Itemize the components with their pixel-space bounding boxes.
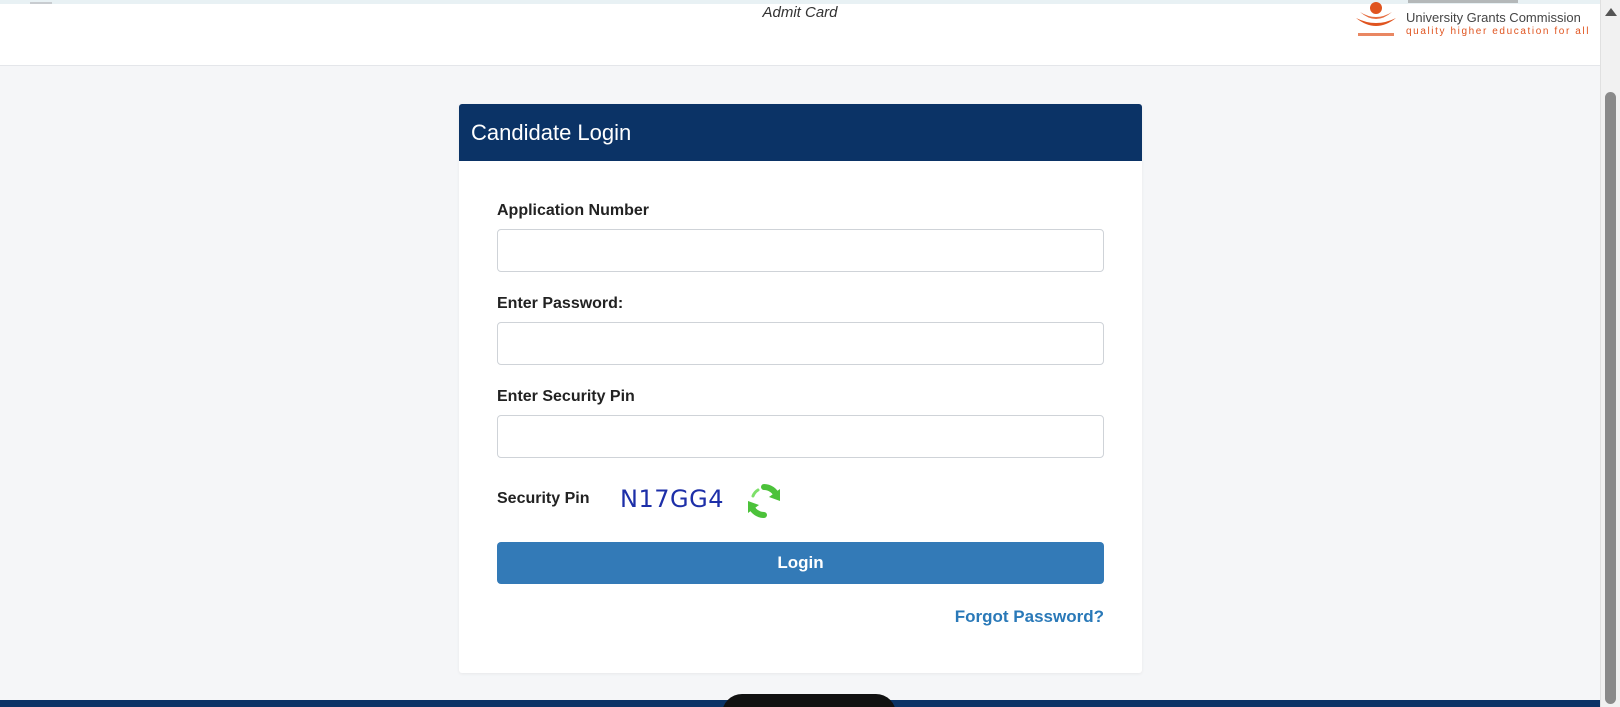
security-pin-input[interactable] (497, 415, 1104, 458)
scroll-up-arrow-icon[interactable] (1605, 8, 1617, 16)
ugc-tagline: quality higher education for all (1406, 26, 1591, 37)
password-label: Enter Password: (497, 295, 624, 312)
page-title: Admit Card (762, 4, 838, 21)
application-number-label: Application Number (497, 202, 650, 219)
refresh-icon[interactable] (744, 481, 784, 521)
ugc-name: University Grants Commission (1406, 10, 1581, 25)
forgot-password-link[interactable]: Forgot Password? (955, 607, 1104, 627)
ugc-emblem-icon (1356, 2, 1396, 36)
login-button[interactable]: Login (497, 542, 1104, 584)
card-title: Candidate Login (459, 104, 1142, 161)
footer-overlay-pill (722, 694, 896, 707)
password-input[interactable] (497, 322, 1104, 365)
candidate-login-card: Candidate Login Application Number Enter… (459, 104, 1142, 673)
page-scrollbar[interactable] (1600, 0, 1620, 707)
security-pin-captcha: N17GG4 (620, 485, 724, 513)
application-number-input[interactable] (497, 229, 1104, 272)
site-header: Admit Card University Grants Commission … (0, 0, 1600, 66)
ugc-hindi-text-mark (1408, 0, 1518, 3)
ugc-logo: University Grants Commission quality hig… (1352, 0, 1588, 44)
header-left-mark (30, 2, 52, 4)
scroll-thumb[interactable] (1605, 92, 1616, 704)
security-pin-input-label: Enter Security Pin (497, 388, 635, 405)
security-pin-label: Security Pin (497, 490, 590, 507)
